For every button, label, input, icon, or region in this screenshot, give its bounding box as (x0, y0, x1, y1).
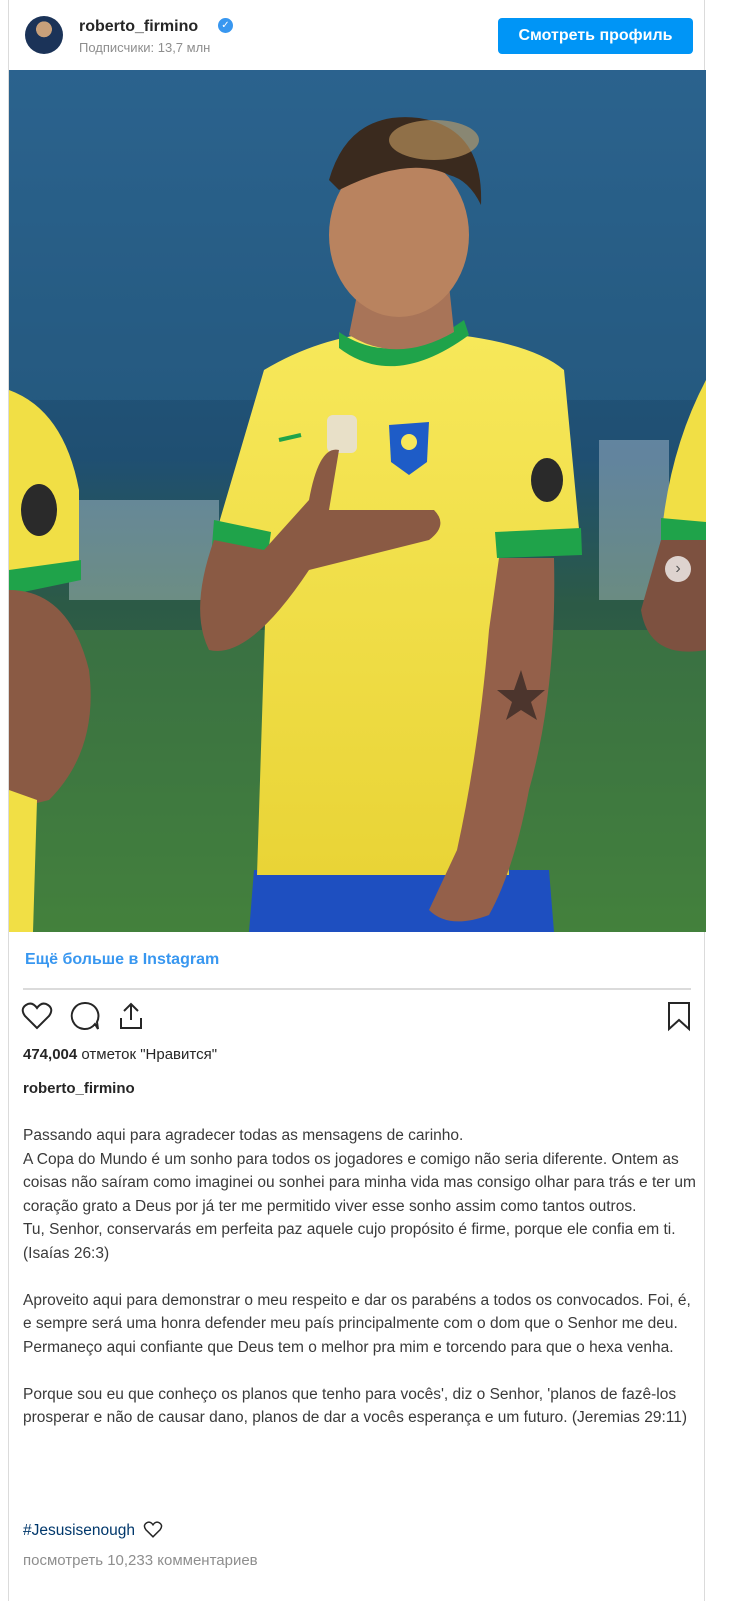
more-on-instagram-link[interactable]: Ещё больше в Instagram (25, 951, 219, 969)
bookmark-icon[interactable] (663, 1000, 695, 1032)
hashtag-link[interactable]: #Jesusisenough (23, 1522, 135, 1539)
hashtag-line: #Jesusisenough (23, 1520, 163, 1540)
carousel-next-button[interactable]: › (665, 556, 691, 582)
comment-icon[interactable] (69, 1000, 101, 1032)
view-profile-button[interactable]: Смотреть профиль (498, 18, 693, 54)
like-count-number: 474,004 (23, 1046, 78, 1063)
like-count-label: отметок "Нравится" (77, 1046, 218, 1063)
caption-paragraph: Aproveito aqui para demonstrar o meu res… (23, 1291, 696, 1356)
profile-avatar[interactable] (25, 16, 63, 54)
divider (23, 988, 691, 990)
subscriber-count: Подписчики: 13,7 млн (79, 40, 211, 55)
caption-paragraph: Porque sou eu que conheço os planos que … (23, 1385, 688, 1427)
share-icon[interactable] (115, 1000, 147, 1032)
caption-paragraph: Passando aqui para agradecer todas as me… (23, 1127, 696, 1262)
profile-username[interactable]: roberto_firmino (79, 18, 198, 36)
verified-badge-icon: ✓ (218, 18, 233, 33)
view-comments-link[interactable]: посмотреть 10,233 комментариев (23, 1552, 258, 1569)
player-photo-illustration (9, 70, 706, 932)
heart-emoji-icon (144, 1521, 163, 1538)
post-header: roberto_firmino ✓ Подписчики: 13,7 млн С… (9, 0, 706, 70)
like-count[interactable]: 474,004 отметок "Нравится" (23, 1046, 217, 1063)
post-photo[interactable]: › (9, 70, 706, 932)
heart-icon[interactable] (21, 1000, 53, 1032)
instagram-embed-card: roberto_firmino ✓ Подписчики: 13,7 млн С… (8, 0, 706, 1601)
post-caption: Passando aqui para agradecer todas as me… (23, 1124, 699, 1430)
caption-author[interactable]: roberto_firmino (23, 1080, 135, 1097)
